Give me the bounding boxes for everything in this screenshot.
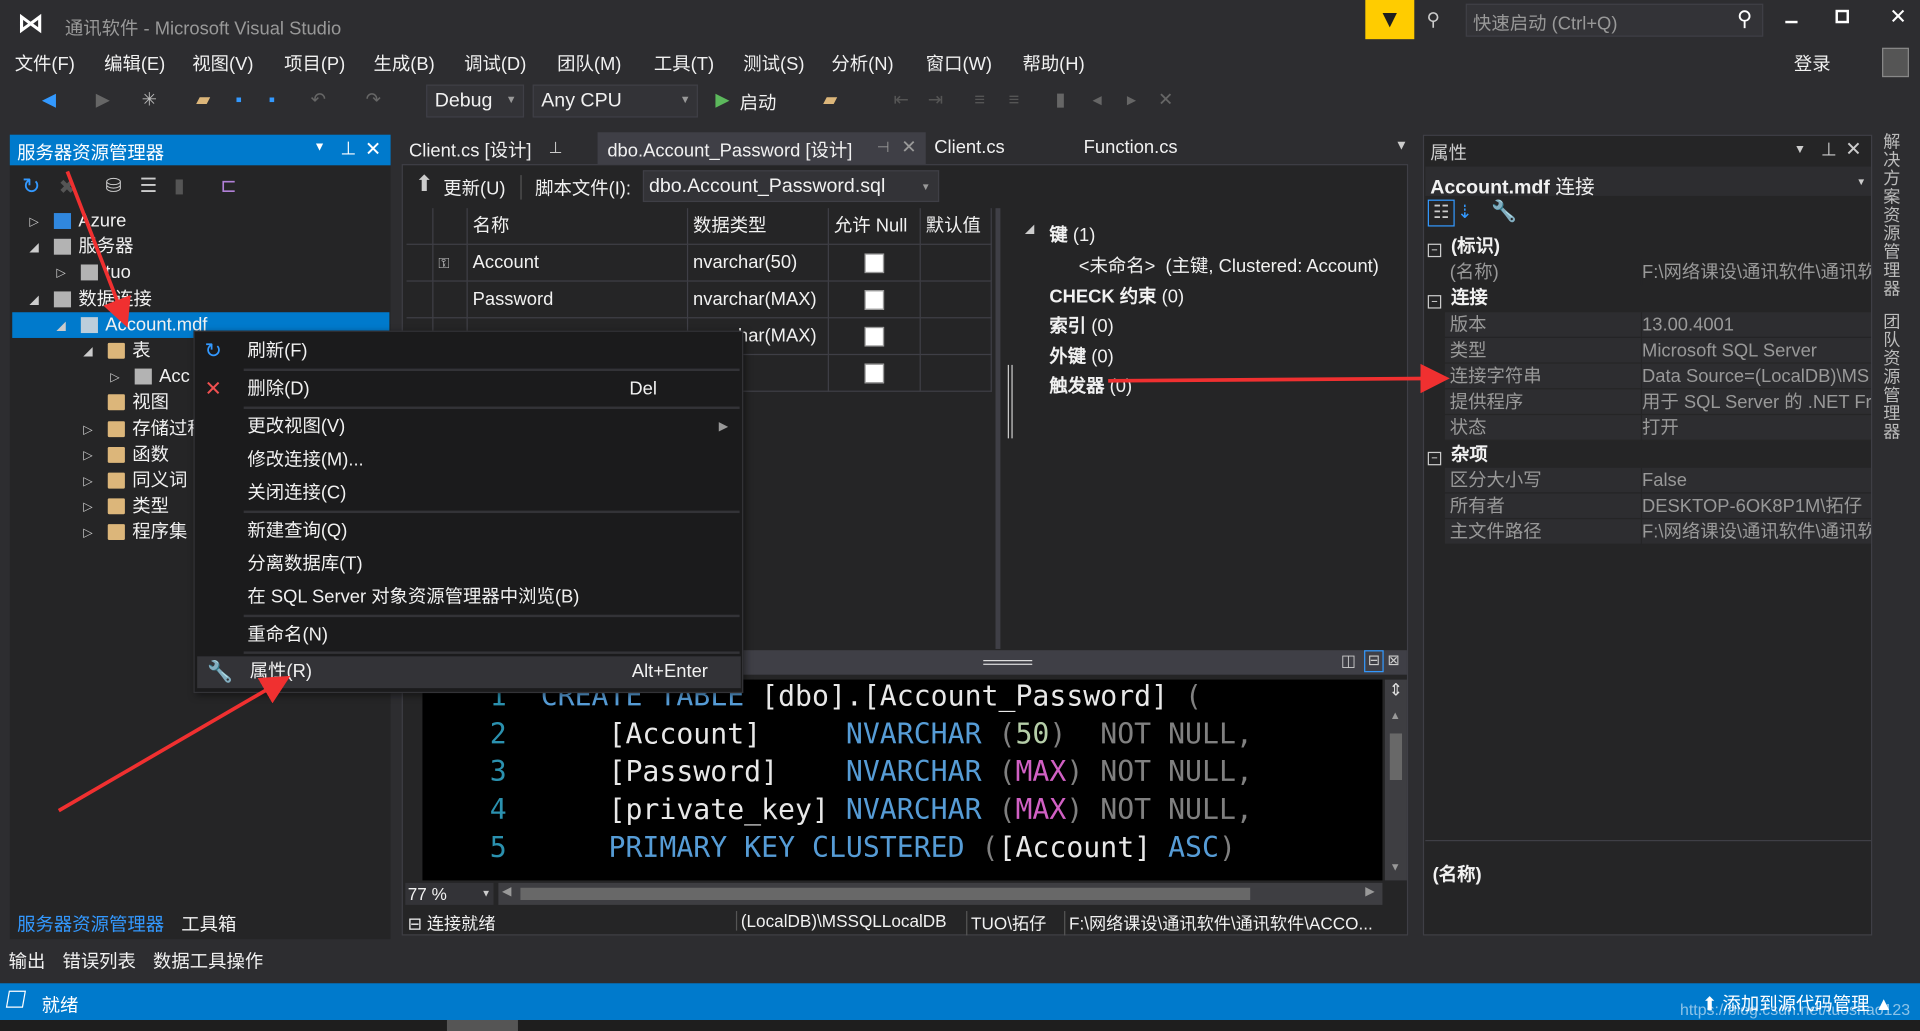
arrow-to-account-mdf [65, 170, 131, 328]
annotation-arrows [57, 170, 1450, 813]
arrow-to-properties-menu-item [57, 675, 291, 813]
arrow-to-connection-string [1108, 363, 1450, 394]
visual-studio-window: ⋈ 通讯软件 - Microsoft Visual Studio ▼ ⚲ 快速启… [0, 0, 1920, 1031]
